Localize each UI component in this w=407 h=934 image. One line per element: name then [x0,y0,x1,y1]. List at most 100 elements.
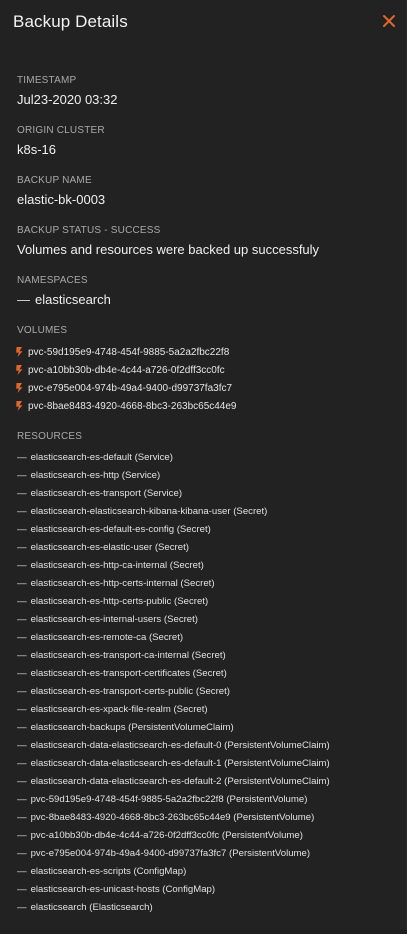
volume-item: pvc-59d195e9-4748-454f-9885-5a2a2fbc22f8 [16,343,396,361]
dash-icon: — [17,848,27,859]
dash-icon: — [17,758,27,769]
resource-name: elasticsearch-data-elasticsearch-es-defa… [30,758,330,769]
resource-name: pvc-59d195e9-4748-454f-9885-5a2a2fbc22f8… [30,794,308,805]
resource-item: — elasticsearch-es-transport-certs-public… [17,683,396,701]
resource-item: — elasticsearch-data-elasticsearch-es-def… [17,737,396,755]
resource-name: elasticsearch-es-transport-certificates … [30,668,227,679]
dash-icon: — [17,704,27,715]
volume-name: pvc-a10bb30b-db4e-4c44-a726-0f2dff3cc0fc [28,364,225,376]
resource-name: elasticsearch-es-xpack-file-realm (Secre… [30,704,208,715]
dash-icon: — [17,488,27,499]
dash-icon: — [17,524,27,535]
timestamp-value: Jul23-2020 03:32 [17,92,118,107]
resource-name: pvc-e795e004-974b-49a4-9400-d99737fa3fc7… [30,848,311,859]
origin-cluster-section: ORIGIN CLUSTER k8s-16 [17,125,396,158]
resource-name: elasticsearch-es-scripts (ConfigMap) [30,866,187,877]
storage-volume-icon [16,365,23,375]
backup-status-value: Volumes and resources were backed up suc… [17,242,320,257]
close-icon[interactable] [381,13,397,29]
volume-item: pvc-8bae8483-4920-4668-8bc3-263bc65c44e9 [16,397,396,415]
timestamp-section: TIMESTAMP Jul23-2020 03:32 [17,75,396,108]
dash-icon: — [17,650,27,661]
resource-name: elasticsearch-es-http-certs-public (Secr… [30,596,209,607]
resource-item: — elasticsearch-backups (PersistentVolume… [17,719,396,737]
volume-item: pvc-a10bb30b-db4e-4c44-a726-0f2dff3cc0fc [16,361,396,379]
backup-name-section: BACKUP NAME elastic-bk-0003 [17,175,396,208]
storage-volume-icon [16,401,23,411]
dash-icon: — [17,812,27,823]
dash-icon: — [17,686,27,697]
resources-label: RESOURCES [17,431,83,442]
resource-name: elasticsearch-elasticsearch-kibana-kiban… [30,506,268,517]
volumes-label: VOLUMES [17,325,68,336]
resource-item: — elasticsearch-es-remote-ca (Secret) [17,629,396,647]
resource-name: elasticsearch-data-elasticsearch-es-defa… [30,776,330,787]
resource-name: elasticsearch-es-transport-ca-internal (… [30,650,226,661]
volume-item: pvc-e795e004-974b-49a4-9400-d99737fa3fc7 [16,379,396,397]
dash-icon: — [17,632,27,643]
dash-icon: — [17,506,27,517]
resource-name: elasticsearch-es-remote-ca (Secret) [30,632,184,643]
backup-status-label: BACKUP STATUS - SUCCESS [17,225,161,236]
details-content: TIMESTAMP Jul23-2020 03:32 ORIGIN CLUSTE… [16,75,396,934]
resource-item: — elasticsearch-elasticsearch-kibana-kiba… [17,503,396,521]
resource-name: elasticsearch-es-default-es-config (Secr… [30,524,211,535]
volumes-list: pvc-59d195e9-4748-454f-9885-5a2a2fbc22f8… [16,343,396,415]
backup-name-value: elastic-bk-0003 [17,192,106,207]
volume-name: pvc-e795e004-974b-49a4-9400-d99737fa3fc7 [28,382,233,394]
resource-name: elasticsearch-es-elastic-user (Secret) [30,542,189,553]
resource-item: — pvc-a10bb30b-db4e-4c44-a726-0f2dff3cc0f… [17,827,396,845]
resource-name: pvc-a10bb30b-db4e-4c44-a726-0f2dff3cc0fc… [30,830,303,841]
volumes-section: VOLUMES pvc-59d195e9-4748-454f-9885-5a2a… [16,325,396,415]
dash-icon: — [17,776,27,787]
resource-item: — elasticsearch-es-transport-ca-internal … [17,647,396,665]
resource-name: elasticsearch-es-unicast-hosts (ConfigMa… [30,884,216,895]
dash-icon: — [17,614,27,625]
resource-item: — elasticsearch-es-unicast-hosts (ConfigM… [17,881,396,899]
resource-item: — elasticsearch-es-transport-certificates… [17,665,396,683]
resource-item: — elasticsearch-es-default (Service) [17,449,396,467]
resource-name: elasticsearch-backups (PersistentVolumeC… [30,722,234,733]
dash-icon: — [17,884,27,895]
dash-icon: — [17,542,27,553]
timestamp-label: TIMESTAMP [17,75,77,86]
resource-item: — elasticsearch-es-elastic-user (Secret) [17,539,396,557]
resource-item: — elasticsearch (Elasticsearch) [17,899,396,917]
dash-icon: — [17,722,27,733]
dash-icon: — [17,470,27,481]
resource-name: elasticsearch-es-transport-certs-public … [30,686,230,697]
resource-name: elasticsearch-es-internal-users (Secret) [30,614,199,625]
dash-icon: — [17,794,27,805]
backup-status-section: BACKUP STATUS - SUCCESS Volumes and reso… [17,225,396,258]
namespaces-label: NAMESPACES [17,275,88,286]
namespace-item: — elasticsearch [17,292,396,308]
backup-name-label: BACKUP NAME [17,175,92,186]
origin-cluster-label: ORIGIN CLUSTER [17,125,105,136]
resource-item: — elasticsearch-data-elasticsearch-es-def… [17,755,396,773]
dash-icon: — [17,668,27,679]
resource-item: — elasticsearch-es-http (Service) [17,467,396,485]
dash-icon: — [17,578,27,589]
dash-icon: — [17,596,27,607]
origin-cluster-value: k8s-16 [17,142,57,157]
dash-icon: — [17,866,27,877]
resource-item: — elasticsearch-es-http-certs-public (Sec… [17,593,396,611]
backup-details-panel: Backup Details TIMESTAMP Jul23-2020 03:3… [0,0,407,929]
resource-name: elasticsearch (Elasticsearch) [30,902,153,913]
volume-name: pvc-8bae8483-4920-4668-8bc3-263bc65c44e9 [28,400,237,412]
resource-item: — elasticsearch-es-xpack-file-realm (Secr… [17,701,396,719]
resource-name: elasticsearch-data-elasticsearch-es-defa… [30,740,330,751]
resource-name: elasticsearch-es-default (Service) [30,452,173,463]
resource-item: — elasticsearch-es-transport (Service) [17,485,396,503]
resource-item: — pvc-e795e004-974b-49a4-9400-d99737fa3fc… [17,845,396,863]
volume-name: pvc-59d195e9-4748-454f-9885-5a2a2fbc22f8 [28,346,230,358]
storage-volume-icon [16,383,23,393]
resource-item: — elasticsearch-es-http-certs-internal (S… [17,575,396,593]
dash-icon: — [17,452,27,463]
storage-volume-icon [16,347,23,357]
resource-name: elasticsearch-es-transport (Service) [30,488,183,499]
resource-name: pvc-8bae8483-4920-4668-8bc3-263bc65c44e9… [30,812,315,823]
panel-title: Backup Details [13,12,128,31]
resource-item: — elasticsearch-es-default-es-config (Sec… [17,521,396,539]
resource-name: elasticsearch-es-http-certs-internal (Se… [30,578,215,589]
